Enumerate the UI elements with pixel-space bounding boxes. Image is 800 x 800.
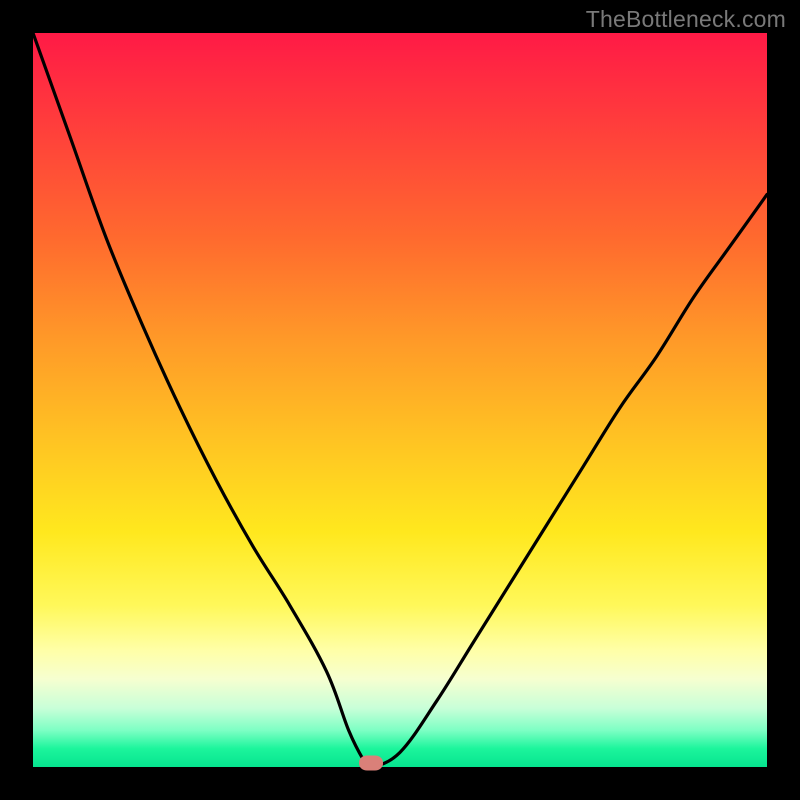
optimal-marker [359, 756, 383, 771]
plot-area [33, 33, 767, 767]
attribution-text: TheBottleneck.com [586, 6, 786, 33]
chart-frame: TheBottleneck.com [0, 0, 800, 800]
bottleneck-curve [33, 33, 767, 767]
